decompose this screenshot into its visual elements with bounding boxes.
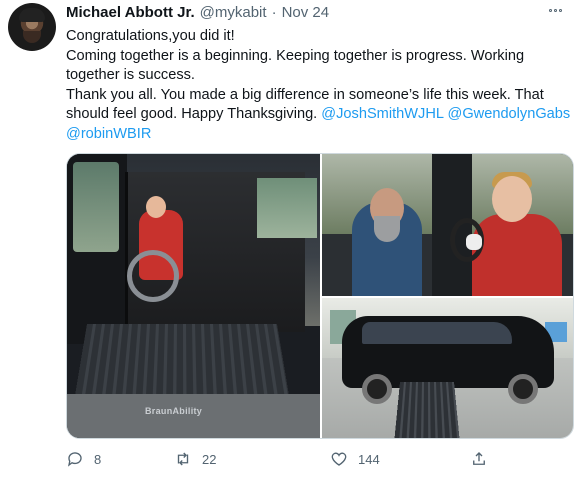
mention-link[interactable]: @GwendolynGabs xyxy=(448,106,571,122)
photo-van-showroom[interactable] xyxy=(322,298,573,438)
media-grid: BraunAbility xyxy=(66,153,574,439)
tweet-header: Michael Abbott Jr. @mykabit · Nov 24 xyxy=(66,4,329,24)
like-icon xyxy=(331,452,347,466)
photo-two-men[interactable] xyxy=(322,154,573,296)
tweet-text: Congratulations,you did it! Coming toget… xyxy=(66,27,570,145)
avatar-beard xyxy=(23,31,41,43)
tweet-line: together is success. xyxy=(66,67,195,84)
author-handle[interactable]: @mykabit xyxy=(200,4,267,21)
tweet-date[interactable]: Nov 24 xyxy=(282,4,330,21)
retweet-button[interactable]: 22 xyxy=(174,450,216,468)
share-button[interactable] xyxy=(470,450,488,468)
mention-link[interactable]: @JoshSmithWJHL xyxy=(321,106,443,122)
mention-link[interactable]: @robinWBIR xyxy=(66,126,151,142)
van-window xyxy=(362,322,512,344)
tweet-line: Congratulations,you did it! xyxy=(66,28,235,44)
like-count: 144 xyxy=(358,451,380,467)
photo-van-ramp[interactable]: BraunAbility xyxy=(67,154,320,438)
share-icon xyxy=(473,452,485,465)
like-button[interactable]: 144 xyxy=(330,450,380,468)
tweet[interactable]: Michael Abbott Jr. @mykabit · Nov 24 Con… xyxy=(0,0,577,484)
avatar-hair xyxy=(19,8,45,22)
reply-count: 8 xyxy=(94,451,102,467)
tweet-line: should feel good. Happy Thanksgiving. @J… xyxy=(66,105,570,125)
person-head xyxy=(146,196,166,218)
avatar[interactable] xyxy=(8,3,56,51)
reply-button[interactable]: 8 xyxy=(66,450,101,468)
person-head xyxy=(492,176,532,222)
retweet-count: 22 xyxy=(202,451,217,467)
van-wheel xyxy=(362,374,392,404)
floor xyxy=(67,394,320,438)
ramp-brand: BraunAbility xyxy=(145,406,203,416)
person-beard xyxy=(374,216,400,242)
reply-icon xyxy=(67,452,82,467)
van-wheel xyxy=(508,374,538,404)
van-window xyxy=(257,178,317,238)
person xyxy=(472,214,562,296)
more-dot xyxy=(558,8,562,12)
retweet-icon xyxy=(177,452,189,466)
more-icon[interactable] xyxy=(545,4,565,16)
tweet-line-text: should feel good. Happy Thanksgiving. xyxy=(66,106,322,123)
tweet-line: Thank you all. You made a big difference… xyxy=(66,86,544,103)
van-window xyxy=(73,162,119,252)
glove xyxy=(466,234,482,250)
ramp xyxy=(394,382,460,438)
wheelchair-wheel xyxy=(127,250,179,302)
separator-dot: · xyxy=(271,4,277,21)
more-dot xyxy=(553,8,557,12)
more-dot xyxy=(548,8,552,12)
author-name[interactable]: Michael Abbott Jr. xyxy=(66,4,195,21)
tweet-line: @robinWBIR xyxy=(66,125,566,145)
tweet-actions: 8 22 144 xyxy=(66,450,506,470)
tweet-line: Coming together is a beginning. Keeping … xyxy=(66,47,525,64)
